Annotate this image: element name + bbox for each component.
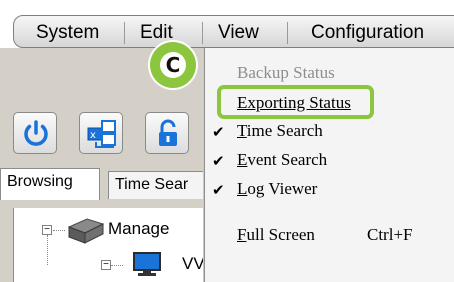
menu-separator: [124, 22, 125, 44]
tab-time-search[interactable]: Time Sear: [108, 171, 210, 199]
callout-badge-letter: C: [160, 52, 186, 78]
device-icon: [67, 218, 105, 244]
menu-configuration[interactable]: Configuration: [311, 22, 424, 44]
highlight-box: [217, 85, 374, 119]
tree-collapse-toggle[interactable]: −: [101, 260, 111, 270]
device-tree: − Manage − VV: [13, 208, 214, 282]
menu-system[interactable]: System: [36, 22, 99, 44]
tree-collapse-toggle[interactable]: −: [42, 225, 52, 235]
network-icon: x: [87, 120, 116, 148]
menu-item-time-search[interactable]: Time Search: [237, 121, 323, 141]
tree-child-label[interactable]: VV: [182, 254, 205, 274]
full-screen-shortcut: Ctrl+F: [367, 225, 413, 244]
tab-browsing-label: Browsing: [7, 173, 73, 190]
checkmark-icon: ✔: [212, 152, 225, 170]
lock-button[interactable]: [145, 112, 189, 154]
menu-item-time-search-label: Time Search: [237, 121, 323, 140]
network-button[interactable]: x: [79, 112, 123, 154]
menu-separator: [202, 22, 203, 44]
menu-item-backup-status[interactable]: Backup Status: [237, 63, 335, 83]
power-button[interactable]: [13, 112, 57, 154]
menu-separator: [287, 22, 288, 44]
menu-item-full-screen-label: Full Screen: [237, 225, 315, 244]
menu-view[interactable]: View: [218, 22, 259, 44]
tree-connector: [53, 230, 65, 231]
menu-edit[interactable]: Edit: [140, 22, 173, 44]
tab-time-search-label: Time Sear: [115, 176, 189, 193]
menu-item-log-viewer[interactable]: Log Viewer: [237, 179, 317, 199]
menu-bar: System Edit View Configuration: [13, 15, 454, 48]
view-dropdown-menu: Backup Status Exporting Status ✔ Time Se…: [204, 48, 454, 282]
svg-text:x: x: [90, 130, 96, 141]
tab-browsing[interactable]: Browsing: [0, 168, 100, 200]
tree-root-label[interactable]: Manage: [108, 219, 169, 239]
power-icon: [24, 120, 48, 146]
checkmark-icon: ✔: [212, 123, 225, 141]
tree-connector: [47, 235, 48, 265]
menu-item-full-screen[interactable]: Full Screen: [237, 225, 315, 245]
callout-badge: C: [150, 42, 196, 88]
lock-icon: [159, 119, 177, 146]
tab-strip: Browsing Time Sear: [0, 168, 210, 202]
monitor-icon: [133, 252, 161, 276]
tree-connector: [111, 265, 123, 266]
checkmark-icon: ✔: [212, 181, 225, 199]
menu-item-log-viewer-label: Log Viewer: [237, 179, 318, 198]
menu-item-event-search-label: Event Search: [237, 150, 328, 169]
menu-item-event-search[interactable]: Event Search: [237, 150, 327, 170]
